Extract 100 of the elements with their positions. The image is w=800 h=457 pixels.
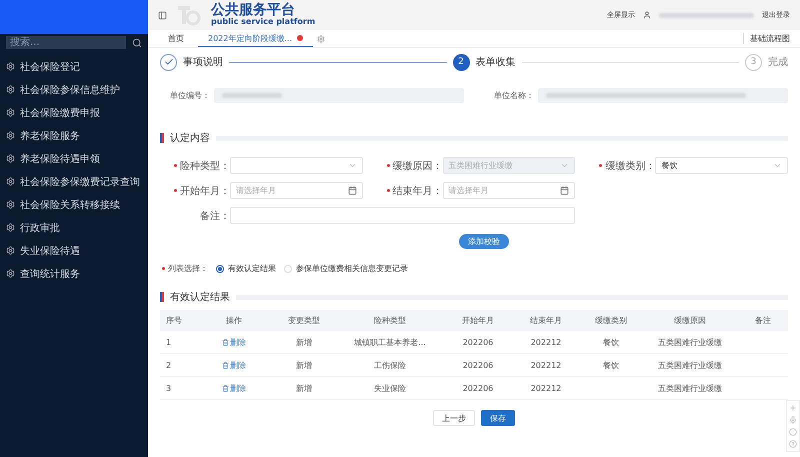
platform-title: 公共服务平台 (211, 2, 295, 18)
step-label: 事项说明 (183, 56, 223, 69)
table-cell: 2 (160, 354, 196, 377)
search-icon[interactable] (132, 38, 142, 48)
trash-icon (222, 384, 229, 392)
required-mark (174, 164, 177, 167)
chevron-down-icon (560, 161, 570, 170)
help-icon[interactable] (789, 440, 797, 448)
column-header: 备注 (738, 310, 788, 331)
table-cell: 202206 (444, 331, 512, 354)
close-icon[interactable] (297, 35, 303, 41)
field-label: 险种类型： (160, 158, 230, 172)
field-label: 缓缴类别： (585, 158, 656, 172)
table-cell: 餐饮 (580, 354, 642, 377)
sidebar-item[interactable]: 养老保险待遇申领 (0, 147, 148, 170)
sidebar-item[interactable]: 社会保险缴费申报 (0, 101, 148, 124)
sidebar-item[interactable]: 社会保险关系转移接续 (0, 193, 148, 216)
table-cell: 新增 (272, 377, 336, 400)
field-label: 备注： (199, 210, 230, 222)
sidebar-item[interactable]: 社会保险登记 (0, 55, 148, 78)
step-indicator: 2 (452, 54, 470, 70)
section-marker (160, 292, 164, 302)
step-indicator: 3 (745, 54, 762, 70)
table-cell: 202212 (512, 354, 580, 377)
select-field[interactable]: 餐饮 (655, 157, 788, 174)
sidebar-item[interactable]: 失业保险待遇 (0, 239, 148, 262)
select-field[interactable] (230, 157, 363, 174)
table-cell: 五类困难行业缓缴 (642, 331, 738, 354)
microphone-icon[interactable] (789, 416, 797, 424)
check-icon (164, 57, 174, 67)
trash-icon (222, 362, 229, 368)
gear-icon (6, 62, 15, 71)
gear-icon[interactable] (317, 34, 325, 42)
field-label: 单位编号： (169, 90, 210, 101)
table-cell: 202212 (512, 377, 580, 400)
calendar-icon (560, 186, 570, 195)
section-title: 认定内容 (170, 132, 210, 145)
required-mark (162, 267, 165, 270)
chevron-down-icon (348, 161, 357, 170)
add-check-button[interactable]: 添加校验 (459, 234, 509, 249)
table-cell: 失业保险 (336, 377, 444, 400)
table-cell: 202206 (444, 354, 512, 377)
gear-icon (6, 85, 15, 94)
sidebar-toggle-icon[interactable] (158, 10, 167, 20)
tab[interactable]: 2022年定向阶段缓缴... (198, 30, 313, 47)
delete-link[interactable]: 删除 (222, 382, 246, 394)
required-mark (599, 164, 602, 167)
table-cell: 五类困难行业缓缴 (642, 377, 738, 400)
gear-icon (6, 200, 15, 209)
save-button[interactable]: 保存 (481, 410, 515, 426)
required-mark (386, 189, 390, 192)
sidebar-item[interactable]: 行政审批 (0, 216, 148, 239)
gear-icon (6, 154, 15, 163)
gear-icon (6, 246, 15, 255)
table-cell: 202206 (444, 377, 512, 400)
sidebar-item[interactable]: 社会保险参保缴费记录查询 (0, 170, 148, 193)
input-field[interactable] (230, 207, 576, 224)
tab[interactable]: 首页 (158, 30, 194, 47)
field-label: 列表选择： (160, 263, 208, 274)
table-cell: 城镇职工基本养老... (336, 331, 444, 354)
field-label: 单位名称： (493, 90, 534, 101)
radio-option[interactable]: 参保单位缴费相关信息变更记录 (284, 263, 408, 274)
plus-icon[interactable] (789, 404, 797, 412)
platform-subtitle: public service platform (211, 18, 316, 28)
required-mark (174, 189, 177, 192)
gear-icon (6, 223, 15, 232)
column-header: 开始年月 (444, 310, 512, 331)
gear-icon (6, 177, 15, 186)
column-header: 险种类型 (336, 310, 444, 331)
table-cell: 1 (160, 331, 196, 354)
step-label: 完成 (768, 56, 788, 69)
required-mark (386, 164, 390, 167)
circle-icon[interactable] (789, 428, 797, 436)
column-header: 缓缴类别 (580, 310, 642, 331)
chevron-down-icon (773, 161, 782, 170)
table-cell: 餐饮 (580, 331, 642, 354)
field-label: 开始年月： (160, 184, 230, 198)
table-cell: 五类困难行业缓缴 (642, 354, 738, 377)
column-header: 结束年月 (512, 310, 580, 331)
section-title: 有效认定结果 (170, 290, 230, 304)
field-label: 缓缴原因： (372, 158, 443, 172)
gear-icon (6, 108, 15, 117)
search-field[interactable]: 搜索... (6, 36, 126, 49)
calendar-icon (348, 186, 357, 195)
column-header: 变更类型 (272, 310, 336, 331)
back-button[interactable]: 上一步 (433, 410, 475, 426)
delete-link[interactable]: 删除 (222, 336, 246, 348)
gear-icon (6, 269, 15, 278)
sidebar-item[interactable]: 查询统计服务 (0, 262, 148, 285)
column-header: 操作 (196, 310, 272, 331)
section-marker (160, 133, 164, 143)
sidebar-item[interactable]: 养老保险服务 (0, 124, 148, 147)
delete-link[interactable]: 删除 (222, 360, 246, 370)
gear-icon (6, 131, 15, 140)
table-cell: 202212 (512, 331, 580, 354)
user-icon (643, 11, 651, 19)
flow-chart-link[interactable]: 基础流程图 (743, 33, 790, 44)
column-header: 缓缴原因 (642, 310, 738, 331)
radio-option[interactable]: 有效认定结果 (216, 263, 276, 274)
sidebar-item[interactable]: 社会保险参保信息维护 (0, 78, 148, 101)
